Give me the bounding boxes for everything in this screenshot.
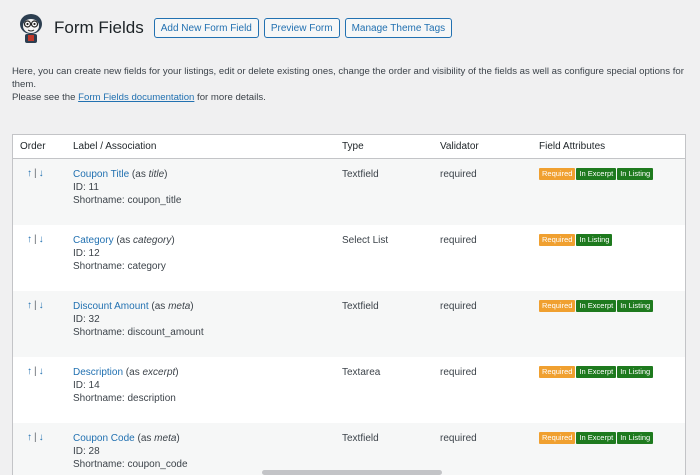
page-header: Form Fields Add New Form Field Preview F… [16, 10, 457, 46]
table-row: ↑ | ↓ Coupon Code (as meta) ID: 28 Shortna… [13, 423, 685, 475]
listing-badge: In Listing [617, 366, 654, 378]
order-controls: ↑ | ↓ [13, 300, 73, 311]
field-shortname: Shortname: coupon_title [73, 195, 182, 206]
listing-badge: In Listing [617, 168, 654, 180]
type-cell: Textfield [342, 301, 379, 312]
manage-theme-tags-button[interactable]: Manage Theme Tags [344, 18, 453, 38]
field-shortname: Shortname: category [73, 261, 166, 272]
order-separator: | [34, 300, 37, 311]
field-name-link[interactable]: Discount Amount [73, 301, 149, 312]
field-attributes-cell: Required In Listing [539, 234, 685, 246]
move-down-arrow-icon[interactable]: ↓ [39, 234, 44, 245]
form-fields-documentation-link[interactable]: Form Fields documentation [78, 92, 194, 103]
type-cell: Textfield [342, 433, 379, 444]
excerpt-badge: In Excerpt [576, 168, 617, 180]
validator-cell: required [440, 169, 477, 180]
association-label: (as meta) [148, 301, 194, 312]
field-name-link[interactable]: Coupon Title [73, 169, 129, 180]
field-attributes-cell: Required In Excerpt In Listing [539, 366, 685, 378]
move-down-arrow-icon[interactable]: ↓ [39, 168, 44, 179]
listing-badge: In Listing [576, 234, 613, 246]
label-cell: Category (as category) ID: 12 Shortname:… [73, 234, 342, 273]
field-name-link[interactable]: Category [73, 235, 114, 246]
field-id: ID: 14 [73, 380, 100, 391]
intro-line-1: Here, you can create new fields for your… [12, 66, 684, 90]
preview-form-button[interactable]: Preview Form [263, 18, 340, 38]
type-cell: Select List [342, 235, 389, 246]
association-label: (as meta) [134, 433, 180, 444]
label-cell: Description (as excerpt) ID: 14 Shortnam… [73, 366, 342, 405]
move-down-arrow-icon[interactable]: ↓ [39, 432, 44, 443]
move-up-arrow-icon[interactable]: ↑ [27, 234, 32, 245]
label-cell: Coupon Code (as meta) ID: 28 Shortname: … [73, 432, 342, 471]
field-id: ID: 32 [73, 314, 100, 325]
field-attributes-cell: Required In Excerpt In Listing [539, 168, 685, 180]
header-field-attributes: Field Attributes [539, 141, 606, 152]
required-badge: Required [539, 168, 576, 180]
association-label: (as category) [113, 235, 175, 246]
field-shortname: Shortname: discount_amount [73, 327, 204, 338]
validator-cell: required [440, 235, 477, 246]
mascot-logo-icon [20, 14, 42, 43]
table-header: Order Label / Association Type Validator… [13, 135, 685, 159]
order-controls: ↑ | ↓ [13, 432, 73, 443]
move-up-arrow-icon[interactable]: ↑ [27, 366, 32, 377]
field-attributes-cell: Required In Excerpt In Listing [539, 300, 685, 312]
order-controls: ↑ | ↓ [13, 234, 73, 245]
association-label: (as excerpt) [123, 367, 179, 378]
required-badge: Required [539, 366, 576, 378]
move-down-arrow-icon[interactable]: ↓ [39, 366, 44, 377]
order-controls: ↑ | ↓ [13, 366, 73, 377]
header-order: Order [20, 141, 46, 152]
validator-cell: required [440, 433, 477, 444]
table-row: ↑ | ↓ Discount Amount (as meta) ID: 32 Sho… [13, 291, 685, 357]
intro-line-2: Please see the Form Fields documentation… [12, 92, 266, 103]
label-cell: Coupon Title (as title) ID: 11 Shortname… [73, 168, 342, 207]
type-cell: Textarea [342, 367, 381, 378]
required-badge: Required [539, 300, 576, 312]
header-label: Label / Association [73, 141, 157, 152]
listing-badge: In Listing [617, 300, 654, 312]
excerpt-badge: In Excerpt [576, 432, 617, 444]
field-id: ID: 28 [73, 446, 100, 457]
excerpt-badge: In Excerpt [576, 366, 617, 378]
order-separator: | [34, 432, 37, 443]
intro-text: Here, you can create new fields for your… [12, 65, 692, 104]
field-attributes-cell: Required In Excerpt In Listing [539, 432, 685, 444]
validator-cell: required [440, 367, 477, 378]
move-up-arrow-icon[interactable]: ↑ [27, 168, 32, 179]
order-separator: | [34, 234, 37, 245]
table-row: ↑ | ↓ Coupon Title (as title) ID: 11 Short… [13, 159, 685, 225]
required-badge: Required [539, 234, 576, 246]
form-fields-table: Order Label / Association Type Validator… [12, 134, 686, 475]
label-cell: Discount Amount (as meta) ID: 32 Shortna… [73, 300, 342, 339]
move-down-arrow-icon[interactable]: ↓ [39, 300, 44, 311]
type-cell: Textfield [342, 169, 379, 180]
field-name-link[interactable]: Coupon Code [73, 433, 135, 444]
listing-badge: In Listing [617, 432, 654, 444]
horizontal-scrollbar[interactable] [262, 470, 442, 475]
page-title: Form Fields [54, 18, 144, 37]
field-id: ID: 11 [73, 182, 99, 193]
move-up-arrow-icon[interactable]: ↑ [27, 300, 32, 311]
header-type: Type [342, 141, 364, 152]
table-row: ↑ | ↓ Description (as excerpt) ID: 14 Shor… [13, 357, 685, 423]
move-up-arrow-icon[interactable]: ↑ [27, 432, 32, 443]
order-separator: | [34, 366, 37, 377]
field-shortname: Shortname: description [73, 393, 176, 404]
excerpt-badge: In Excerpt [576, 300, 617, 312]
required-badge: Required [539, 432, 576, 444]
order-controls: ↑ | ↓ [13, 168, 73, 179]
validator-cell: required [440, 301, 477, 312]
association-label: (as title) [129, 169, 168, 180]
add-new-form-field-button[interactable]: Add New Form Field [153, 18, 259, 38]
field-name-link[interactable]: Description [73, 367, 123, 378]
table-row: ↑ | ↓ Category (as category) ID: 12 Shortn… [13, 225, 685, 291]
order-separator: | [34, 168, 37, 179]
header-validator: Validator [440, 141, 479, 152]
field-id: ID: 12 [73, 248, 100, 259]
